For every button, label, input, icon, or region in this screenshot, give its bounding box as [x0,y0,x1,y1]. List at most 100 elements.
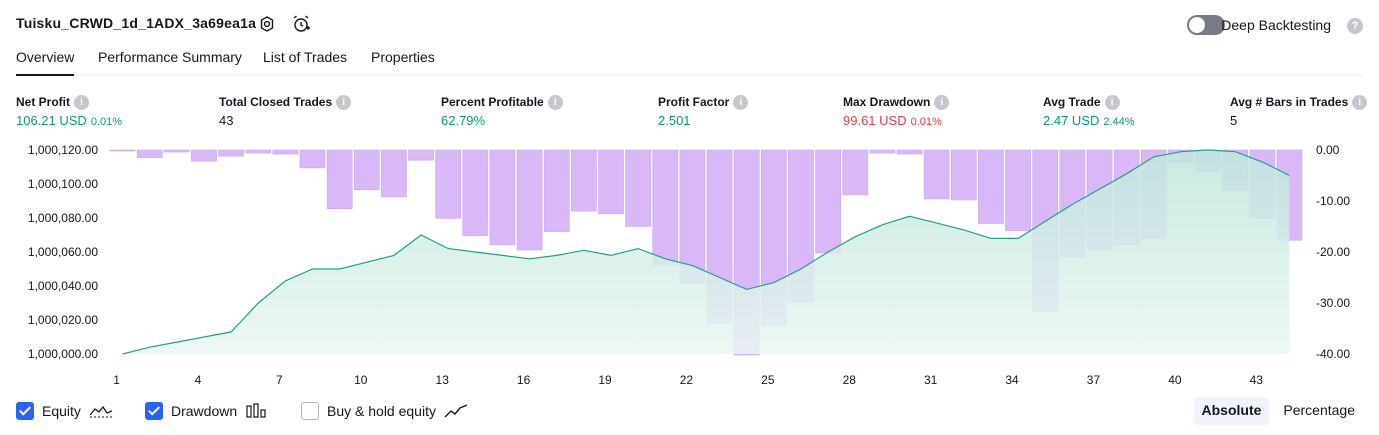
tab-properties[interactable]: Properties [371,49,435,76]
drawdown-bar [842,149,869,196]
metric-label: Profit Factor [658,95,730,109]
report-header: Tuisku_CRWD_1d_1ADX_3a69ea1a Deep Backte… [16,12,1363,38]
metric-label: Max Drawdown [843,95,931,109]
metric-net-profit: Net Profit i 106.21 USD 0.01% [16,94,122,128]
metric-value: 2.47 USD [1043,113,1100,128]
drawdown-checkbox[interactable] [145,402,163,420]
y-right-tick-label: -30.00 [1316,296,1350,310]
y-left-tick-label: 1,000,100.00 [28,177,98,191]
drawdown-bar [136,149,163,158]
drawdown-bar [109,149,136,152]
metric-profit-factor: Profit Factor i 2.501 [658,94,749,128]
x-axis: 1 4 7 10 13 16 19 22 25 28 31 34 37 40 43 [113,373,1263,387]
metric-sub-value: 2.44% [1103,116,1135,128]
y-axis-left: 1,000,120.00 1,000,100.00 1,000,080.00 1,00… [28,143,98,361]
drawdown-bar [923,149,950,200]
metric-value: 43 [219,113,234,128]
y-left-tick-label: 1,000,000.00 [28,347,98,361]
info-icon[interactable]: i [74,94,89,110]
drawdown-bar [1005,149,1031,231]
metric-value: 62.79% [441,113,486,128]
drawdown-bar [950,149,977,201]
question-icon[interactable]: ? [1347,18,1363,34]
drawdown-bar [625,149,652,227]
drawdown-bar [218,149,244,157]
info-icon[interactable]: i [733,94,749,110]
drawdown-bar [543,149,570,232]
metric-value: 106.21 USD [16,113,87,128]
x-tick-label: 28 [843,373,857,387]
y-left-tick-label: 1,000,080.00 [28,211,98,225]
drawdown-bar [815,149,841,254]
metric-max-drawdown: Max Drawdown i 99.61 USD 0.01% [843,94,950,128]
info-icon[interactable]: i [1352,94,1368,110]
metric-percent-profitable: Percent Profitable i 62.79% [441,94,563,128]
equity-area [122,149,1290,355]
legend-buy-hold-equity[interactable]: Buy & hold equity [301,400,468,422]
drawdown-bar [245,149,272,154]
equity-checkbox[interactable] [16,402,34,420]
equity-drawdown-chart[interactable]: 1,000,120.00 1,000,100.00 1,000,080.00 1,00… [0,140,1379,390]
info-icon[interactable]: i [547,94,563,110]
drawdown-bar [191,149,217,162]
legend-drawdown[interactable]: Drawdown [145,400,269,422]
info-icon[interactable]: i [934,94,950,110]
drawdown-bar [652,149,679,266]
drawdown-bar [978,149,1004,224]
metric-label: Net Profit [16,95,70,109]
x-tick-label: 19 [598,373,612,387]
x-tick-label: 22 [680,373,694,387]
metric-value: 5 [1230,113,1238,128]
y-left-tick-label: 1,000,120.00 [28,143,98,157]
x-tick-label: 16 [517,373,531,387]
buy-hold-line-icon [444,404,468,418]
drawdown-bar [272,149,299,155]
x-tick-label: 31 [924,373,938,387]
tab-list-of-trades[interactable]: List of Trades [263,49,347,76]
y-left-tick-label: 1,000,020.00 [28,313,98,327]
x-tick-label: 25 [761,373,775,387]
drawdown-bar [435,149,462,219]
drawdown-bar [163,149,190,153]
drawdown-bar [353,149,380,191]
percentage-button[interactable]: Percentage [1275,397,1363,425]
deep-backtesting-control: Deep Backtesting ? [1163,14,1363,36]
metric-label: Avg Trade [1043,95,1101,109]
drawdown-bar [571,149,597,212]
legend-equity[interactable]: Equity [16,400,113,422]
info-icon[interactable]: i [1104,94,1120,110]
buy-hold-checkbox[interactable] [301,402,319,420]
drawdown-bar [489,149,516,246]
y-right-tick-label: -10.00 [1316,194,1350,208]
equity-line-icon [89,405,113,418]
metric-avg-trade: Avg Trade i 2.47 USD 2.44% [1043,94,1135,128]
metric-value: 99.61 USD [843,113,907,128]
strategy-title: Tuisku_CRWD_1d_1ADX_3a69ea1a [16,15,257,31]
metric-label: Avg # Bars in Trades [1230,95,1349,109]
report-tabs: Overview Performance Summary List of Tra… [16,46,1363,76]
gear-icon[interactable] [256,13,278,35]
tab-performance-summary[interactable]: Performance Summary [98,49,242,76]
drawdown-bar [516,149,543,251]
alarm-clock-plus-icon[interactable] [290,13,312,35]
tab-overview[interactable]: Overview [16,49,75,76]
metric-label: Total Closed Trades [219,95,333,109]
drawdown-bar [326,149,353,209]
absolute-button[interactable]: Absolute [1193,397,1270,425]
y-left-tick-label: 1,000,040.00 [28,279,98,293]
legend-label: Buy & hold equity [327,403,436,419]
drawdown-bar [408,149,434,161]
drawdown-bars-icon [246,403,266,418]
deep-backtesting-label: Deep Backtesting [1221,17,1331,33]
drawdown-bar [869,149,896,154]
drawdown-bar [381,149,407,198]
drawdown-bar [598,149,624,215]
legend-label: Drawdown [171,403,238,419]
x-tick-label: 34 [1005,373,1019,387]
deep-backtesting-toggle[interactable] [1187,15,1225,35]
x-tick-label: 13 [436,373,450,387]
y-right-tick-label: 0.00 [1316,143,1340,157]
info-icon[interactable]: i [336,94,352,110]
x-tick-label: 37 [1087,373,1101,387]
x-tick-label: 43 [1250,373,1264,387]
